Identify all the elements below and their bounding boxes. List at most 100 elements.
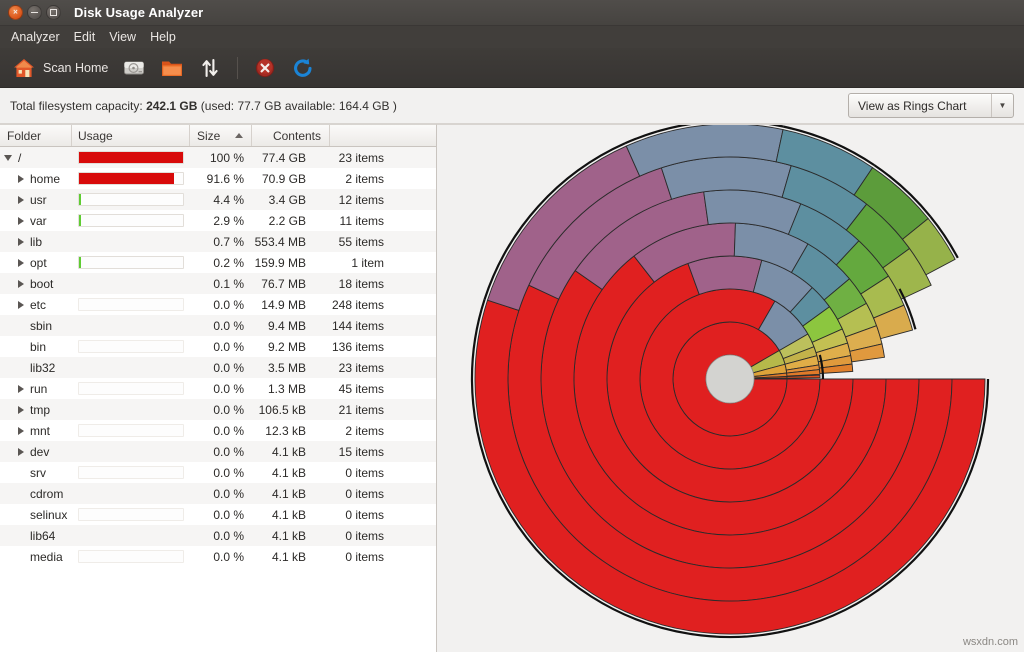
table-row[interactable]: /100 %77.4 GB23 items bbox=[0, 147, 436, 168]
chevron-right-icon[interactable] bbox=[18, 238, 24, 246]
rings-chart-center-hub[interactable] bbox=[706, 355, 754, 403]
table-row[interactable]: home91.6 %70.9 GB2 items bbox=[0, 168, 436, 189]
window-maximize-button[interactable] bbox=[46, 5, 61, 20]
scan-folder-button[interactable] bbox=[154, 52, 190, 84]
table-row[interactable]: usr4.4 %3.4 GB12 items bbox=[0, 189, 436, 210]
ring-segment[interactable] bbox=[688, 256, 762, 294]
table-row[interactable]: lib640.0 %4.1 kB0 items bbox=[0, 525, 436, 546]
cell-folder-name: home bbox=[0, 168, 72, 189]
scan-home-button[interactable]: Scan Home bbox=[6, 52, 114, 84]
chevron-right-icon[interactable] bbox=[18, 427, 24, 435]
rings-chart[interactable] bbox=[437, 125, 1024, 652]
folder-name-label: selinux bbox=[30, 508, 67, 522]
chevron-down-icon[interactable] bbox=[4, 155, 12, 161]
toolbar-separator bbox=[237, 57, 238, 79]
chevron-right-icon[interactable] bbox=[18, 301, 24, 309]
chevron-right-icon[interactable] bbox=[18, 448, 24, 456]
view-mode-select[interactable]: View as Rings Chart ▼ bbox=[848, 93, 1014, 118]
window-close-button[interactable]: × bbox=[8, 5, 23, 20]
minimize-icon bbox=[31, 12, 38, 14]
chevron-right-icon[interactable] bbox=[18, 259, 24, 267]
cell-usage-bar bbox=[72, 441, 190, 462]
cell-usage-percent: 2.9 % bbox=[190, 210, 252, 231]
folder-name-label: var bbox=[30, 214, 47, 228]
window-minimize-button[interactable] bbox=[27, 5, 42, 20]
cell-folder-name: opt bbox=[0, 252, 72, 273]
usage-bar-track bbox=[78, 256, 184, 269]
menu-help[interactable]: Help bbox=[143, 28, 183, 46]
table-row[interactable]: media0.0 %4.1 kB0 items bbox=[0, 546, 436, 567]
table-row[interactable]: selinux0.0 %4.1 kB0 items bbox=[0, 504, 436, 525]
folder-name-label: opt bbox=[30, 256, 47, 270]
chevron-right-icon[interactable] bbox=[18, 217, 24, 225]
cell-contents: 2 items bbox=[314, 420, 392, 441]
cell-contents: 0 items bbox=[314, 504, 392, 525]
folder-name-label: cdrom bbox=[30, 487, 63, 501]
column-header-size[interactable]: Size bbox=[190, 125, 252, 146]
table-row[interactable]: lib320.0 %3.5 MB23 items bbox=[0, 357, 436, 378]
scan-filesystem-button[interactable] bbox=[116, 52, 152, 84]
chevron-right-icon[interactable] bbox=[18, 406, 24, 414]
table-row[interactable]: bin0.0 %9.2 MB136 items bbox=[0, 336, 436, 357]
menu-view[interactable]: View bbox=[102, 28, 143, 46]
cell-size: 3.4 GB bbox=[252, 189, 314, 210]
table-row[interactable]: run0.0 %1.3 MB45 items bbox=[0, 378, 436, 399]
close-icon: × bbox=[13, 8, 18, 16]
disk-usage-analyzer-window: × Disk Usage Analyzer Analyzer Edit View… bbox=[0, 0, 1024, 652]
cell-size: 4.1 kB bbox=[252, 462, 314, 483]
table-row[interactable]: var2.9 %2.2 GB11 items bbox=[0, 210, 436, 231]
ring-segment[interactable] bbox=[754, 378, 787, 379]
usage-bar-track bbox=[78, 466, 184, 479]
folder-name-label: etc bbox=[30, 298, 46, 312]
cell-usage-bar bbox=[72, 189, 190, 210]
table-row[interactable]: cdrom0.0 %4.1 kB0 items bbox=[0, 483, 436, 504]
chevron-right-icon[interactable] bbox=[18, 175, 24, 183]
column-header-size-label: Size bbox=[197, 129, 220, 143]
table-row[interactable]: boot0.1 %76.7 MB18 items bbox=[0, 273, 436, 294]
folder-name-label: lib32 bbox=[30, 361, 55, 375]
chevron-right-icon[interactable] bbox=[18, 385, 24, 393]
capacity-text: Total filesystem capacity: 242.1 GB (use… bbox=[10, 99, 397, 113]
column-header-usage[interactable]: Usage bbox=[72, 125, 190, 146]
cell-contents: 1 item bbox=[314, 252, 392, 273]
refresh-button[interactable] bbox=[285, 52, 321, 84]
cell-contents: 248 items bbox=[314, 294, 392, 315]
cell-size: 77.4 GB bbox=[252, 147, 314, 168]
menu-analyzer[interactable]: Analyzer bbox=[4, 28, 67, 46]
folder-name-label: boot bbox=[30, 277, 53, 291]
main-content: Folder Usage Size Contents /100 %77.4 GB… bbox=[0, 124, 1024, 652]
scan-remote-button[interactable] bbox=[192, 52, 228, 84]
cell-size: 553.4 MB bbox=[252, 231, 314, 252]
usage-bar-fill bbox=[79, 215, 81, 226]
cell-usage-bar bbox=[72, 315, 190, 336]
cell-folder-name: etc bbox=[0, 294, 72, 315]
chevron-right-icon[interactable] bbox=[18, 196, 24, 204]
cell-contents: 136 items bbox=[314, 336, 392, 357]
cell-usage-bar bbox=[72, 210, 190, 231]
table-row[interactable]: mnt0.0 %12.3 kB2 items bbox=[0, 420, 436, 441]
folder-table-body[interactable]: /100 %77.4 GB23 itemshome91.6 %70.9 GB2 … bbox=[0, 147, 436, 652]
cell-usage-percent: 0.0 % bbox=[190, 357, 252, 378]
table-row[interactable]: lib0.7 %553.4 MB55 items bbox=[0, 231, 436, 252]
cell-usage-bar bbox=[72, 546, 190, 567]
table-row[interactable]: dev0.0 %4.1 kB15 items bbox=[0, 441, 436, 462]
chevron-right-icon[interactable] bbox=[18, 280, 24, 288]
column-header-contents[interactable]: Contents bbox=[252, 125, 330, 146]
cell-folder-name: usr bbox=[0, 189, 72, 210]
usage-bar-track bbox=[78, 382, 184, 395]
scan-home-label: Scan Home bbox=[43, 61, 108, 75]
menu-edit[interactable]: Edit bbox=[67, 28, 103, 46]
table-row[interactable]: opt0.2 %159.9 MB1 item bbox=[0, 252, 436, 273]
table-row[interactable]: sbin0.0 %9.4 MB144 items bbox=[0, 315, 436, 336]
folder-name-label: media bbox=[30, 550, 63, 564]
rings-chart-pane[interactable]: wsxdn.com bbox=[437, 124, 1024, 652]
table-row[interactable]: srv0.0 %4.1 kB0 items bbox=[0, 462, 436, 483]
stop-button[interactable] bbox=[247, 52, 283, 84]
table-row[interactable]: etc0.0 %14.9 MB248 items bbox=[0, 294, 436, 315]
cell-folder-name: selinux bbox=[0, 504, 72, 525]
cell-usage-bar bbox=[72, 336, 190, 357]
table-row[interactable]: tmp0.0 %106.5 kB21 items bbox=[0, 399, 436, 420]
chevron-down-icon[interactable]: ▼ bbox=[991, 94, 1013, 117]
column-header-folder[interactable]: Folder bbox=[0, 125, 72, 146]
usage-bar-track bbox=[78, 151, 184, 164]
